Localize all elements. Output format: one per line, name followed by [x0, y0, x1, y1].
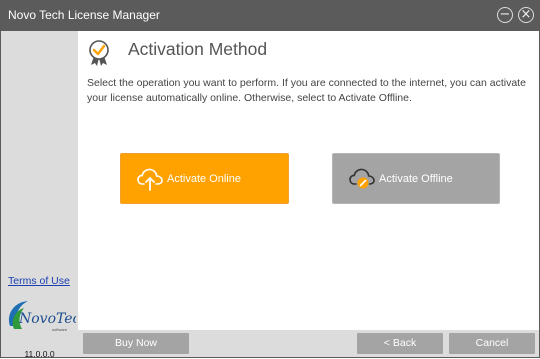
cloud-offline-icon [349, 168, 375, 189]
minimize-icon[interactable]: − [497, 7, 513, 23]
activate-online-label: Activate Online [167, 173, 241, 185]
terms-of-use-link[interactable]: Terms of Use [8, 275, 70, 287]
sidebar: Terms of Use NovoTech software 11.0.0.0 [1, 31, 78, 359]
activate-offline-button[interactable]: Activate Offline [332, 153, 500, 204]
activate-offline-label: Activate Offline [379, 173, 453, 185]
cancel-button[interactable]: Cancel [449, 333, 535, 354]
window-title: Novo Tech License Manager [8, 8, 160, 22]
license-manager-window: Novo Tech License Manager − × Terms of U… [0, 0, 540, 359]
logo-wordmark: NovoTech [18, 311, 76, 327]
close-icon[interactable]: × [518, 7, 534, 23]
instruction-text: Select the operation you want to perform… [87, 77, 526, 104]
buy-now-button[interactable]: Buy Now [83, 333, 189, 354]
novotech-logo: NovoTech software [8, 301, 76, 332]
activate-online-button[interactable]: Activate Online [120, 153, 289, 204]
logo-subtext: software [52, 327, 68, 332]
award-badge-icon [89, 40, 109, 66]
title-bar: Novo Tech License Manager − × [1, 1, 539, 31]
page-title: Activation Method [128, 39, 268, 59]
back-button[interactable]: < Back [357, 333, 443, 354]
cloud-upload-icon [137, 168, 163, 191]
